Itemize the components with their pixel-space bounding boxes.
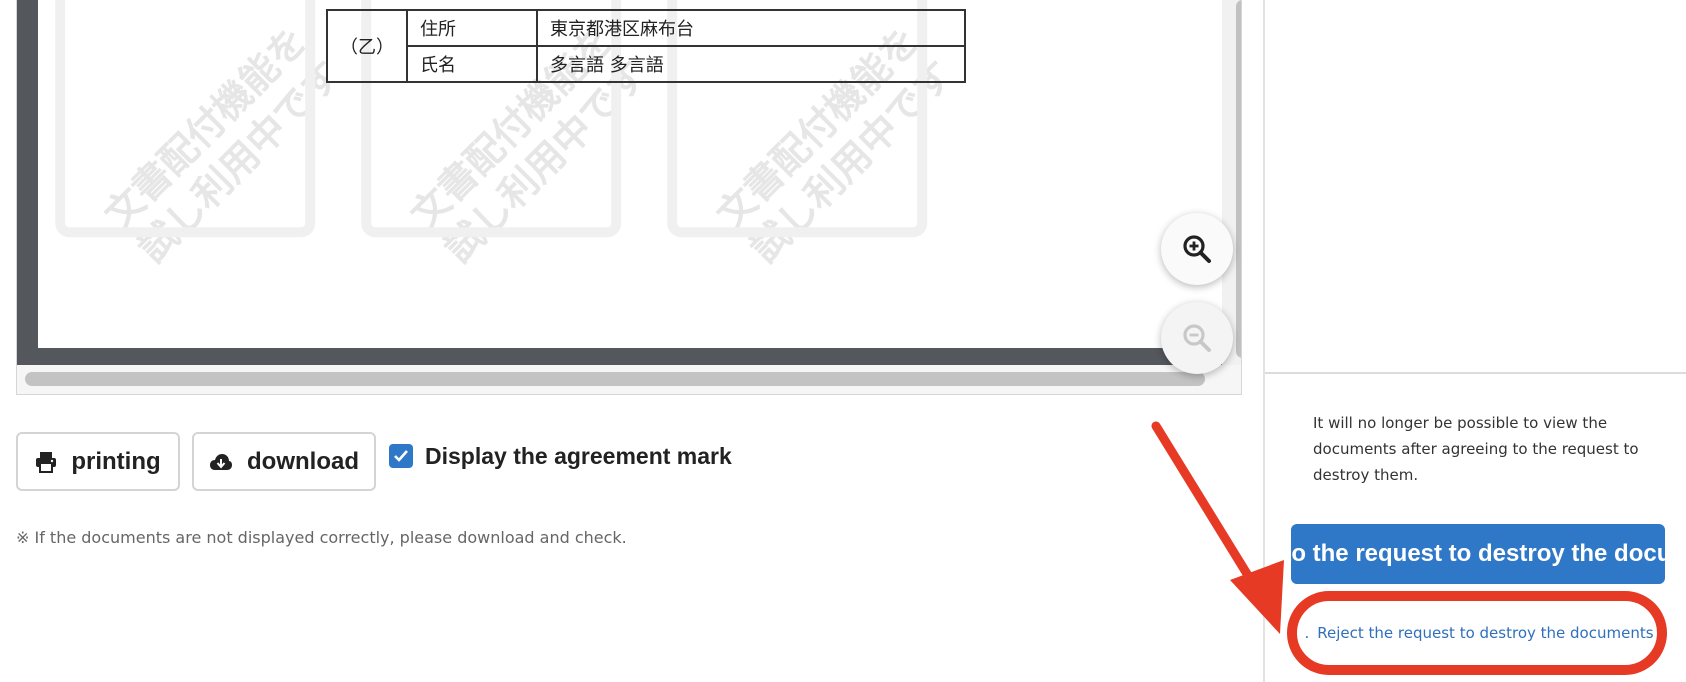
- agreement-mark-checkbox[interactable]: [389, 444, 413, 468]
- annotation-arrow-icon: [1151, 421, 1284, 634]
- download-label: download: [247, 447, 359, 475]
- right-panel: It will no longer be possible to view th…: [1263, 0, 1686, 682]
- display-note: ※ If the documents are not displayed cor…: [16, 528, 627, 547]
- row-value: 東京都港区麻布台: [536, 9, 966, 47]
- zoom-out-icon: [1183, 324, 1211, 352]
- row-value: 多言語 多言語: [536, 45, 966, 83]
- reject-destroy-button[interactable]: . Reject the request to destroy the docu…: [1304, 612, 1653, 654]
- download-button[interactable]: download: [192, 432, 376, 491]
- row-key: 住所: [406, 9, 538, 47]
- zoom-out-button[interactable]: [1161, 302, 1233, 374]
- reject-marker: .: [1304, 624, 1310, 642]
- vertical-scrollbar-thumb[interactable]: [1236, 0, 1241, 358]
- table-row: （乙） 住所 東京都港区麻布台: [326, 9, 966, 83]
- agree-destroy-label: e to the request to destroy the docum: [1291, 540, 1665, 567]
- document-viewer: 文書配付機能を 試し利用中です 文書配付機能を 試し利用中です 文書配付機能を …: [16, 0, 1242, 395]
- row-key: 氏名: [406, 45, 538, 83]
- table-row: 氏名 多言語 多言語: [327, 45, 966, 83]
- agree-destroy-button[interactable]: e to the request to destroy the docum: [1291, 524, 1665, 584]
- party-side-label: （乙）: [326, 9, 408, 83]
- checkmark-icon: [394, 450, 408, 462]
- party-table: （乙） 住所 東京都港区麻布台 氏名 多言語 多言語: [326, 9, 966, 83]
- print-label: printing: [71, 447, 161, 475]
- zoom-in-button[interactable]: [1161, 213, 1233, 285]
- document-page: 文書配付機能を 試し利用中です 文書配付機能を 試し利用中です 文書配付機能を …: [38, 0, 1222, 348]
- agreement-mark-label: Display the agreement mark: [425, 442, 732, 469]
- zoom-in-icon: [1183, 235, 1211, 263]
- horizontal-scrollbar-thumb[interactable]: [25, 372, 1205, 386]
- print-button[interactable]: printing: [16, 432, 180, 491]
- panel-divider: [1265, 372, 1686, 374]
- agreement-mark-toggle[interactable]: Display the agreement mark: [389, 440, 732, 472]
- destroy-info-text: It will no longer be possible to view th…: [1313, 414, 1639, 484]
- printer-icon: [36, 451, 57, 473]
- cloud-download-icon: [210, 453, 232, 470]
- reject-destroy-label: Reject the request to destroy the docume…: [1317, 624, 1654, 642]
